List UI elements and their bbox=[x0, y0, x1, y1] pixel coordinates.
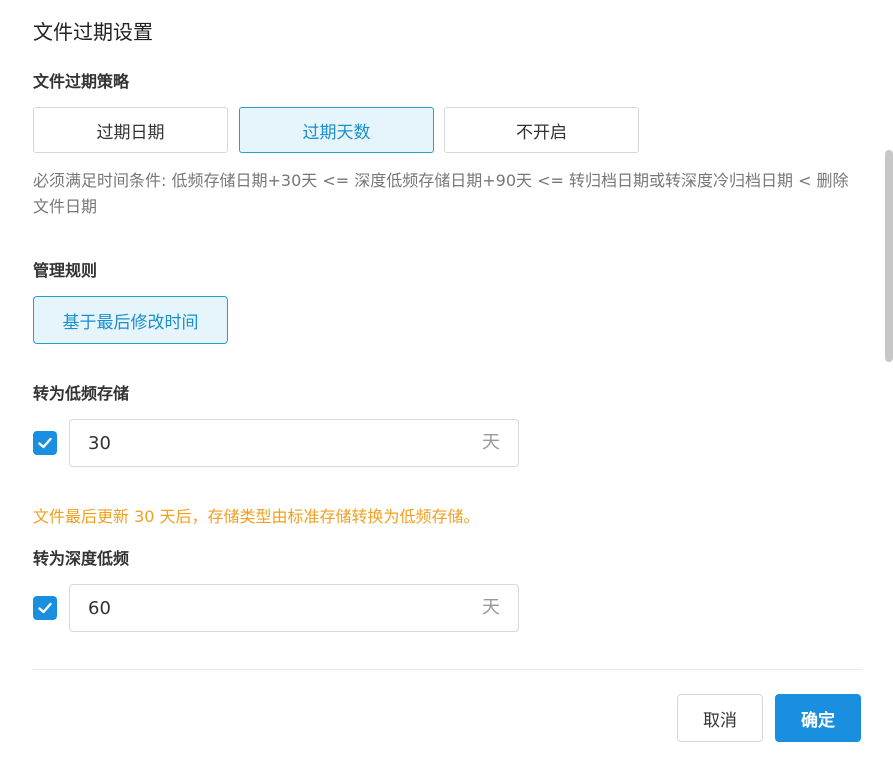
policy-option-expire-days[interactable]: 过期天数 bbox=[239, 107, 434, 153]
low-freq-days-input[interactable] bbox=[88, 420, 448, 466]
low-freq-days-field[interactable]: 天 bbox=[69, 419, 519, 467]
scrollbar-thumb[interactable] bbox=[885, 150, 893, 362]
deep-low-freq-unit: 天 bbox=[482, 597, 500, 618]
low-freq-label: 转为低频存储 bbox=[33, 384, 130, 403]
deep-low-freq-checkbox[interactable] bbox=[33, 596, 57, 620]
check-icon bbox=[38, 602, 52, 614]
deep-low-freq-days-input[interactable] bbox=[88, 585, 448, 631]
policy-label: 文件过期策略 bbox=[33, 72, 130, 91]
expiration-settings-dialog: 文件过期设置 文件过期策略 过期日期 过期天数 不开启 必须满足时间条件: 低频… bbox=[0, 0, 893, 759]
low-freq-notice: 文件最后更新 30 天后，存储类型由标准存储转换为低频存储。 bbox=[33, 507, 480, 526]
low-freq-unit: 天 bbox=[482, 432, 500, 453]
deep-low-freq-label: 转为深度低频 bbox=[33, 549, 130, 568]
cancel-button[interactable]: 取消 bbox=[677, 694, 763, 742]
footer-divider bbox=[33, 669, 862, 670]
rule-label: 管理规则 bbox=[33, 261, 98, 280]
check-icon bbox=[38, 437, 52, 449]
rule-last-modified-button[interactable]: 基于最后修改时间 bbox=[33, 296, 228, 344]
low-freq-checkbox[interactable] bbox=[33, 431, 57, 455]
dialog-title: 文件过期设置 bbox=[33, 20, 153, 44]
policy-hint: 必须满足时间条件: 低频存储日期+30天 <= 深度低频存储日期+90天 <= … bbox=[33, 171, 849, 216]
deep-low-freq-days-field[interactable]: 天 bbox=[69, 584, 519, 632]
policy-option-disabled[interactable]: 不开启 bbox=[444, 107, 639, 153]
policy-option-expire-date[interactable]: 过期日期 bbox=[33, 107, 228, 153]
confirm-button[interactable]: 确定 bbox=[775, 694, 861, 742]
